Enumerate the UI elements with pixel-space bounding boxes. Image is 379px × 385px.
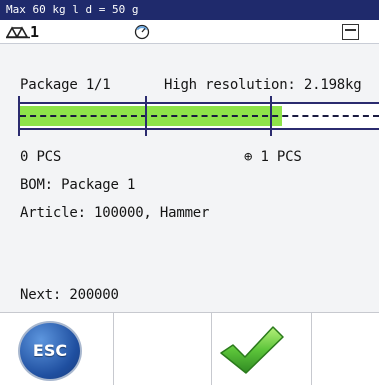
article-line: Article: 100000, Hammer (20, 205, 210, 221)
softkey-esc[interactable]: ESC (0, 313, 113, 385)
target-pcs: ⊕ 1 PCS (244, 149, 302, 165)
progress-bar-dashes (20, 115, 379, 117)
bar-tick-target (270, 96, 272, 136)
left-pcs: 0 PCS (20, 149, 62, 165)
capacity-text: Max 60 kg l d = 50 g (6, 3, 139, 16)
progress-bar (18, 102, 379, 130)
next-line: Next: 200000 (20, 287, 119, 303)
scale-number: 1 (30, 23, 40, 41)
esc-icon[interactable]: ESC (18, 321, 82, 381)
weigh-info-bar: 1 (0, 20, 379, 44)
bar-tick-mid (145, 96, 147, 136)
package-label: Package 1/1 (20, 77, 111, 93)
capacity-bar: Max 60 kg l d = 50 g (0, 0, 379, 20)
softkey-ok[interactable] (211, 313, 311, 385)
resolution-label: High resolution: 2.198kg (164, 77, 362, 93)
softkey-bar: ESC (0, 312, 379, 385)
check-icon[interactable] (219, 323, 285, 377)
bar-tick-start (18, 96, 20, 136)
softkey-empty-2[interactable] (113, 313, 211, 385)
dial-icon (134, 24, 150, 40)
softkey-empty-4[interactable] (311, 313, 379, 385)
esc-label: ESC (32, 341, 68, 360)
menu-icon[interactable] (342, 24, 359, 40)
balance-screen: Max 60 kg l d = 50 g 1 Package 1/1 High … (0, 0, 379, 385)
scale-icon (6, 26, 30, 39)
bom-line: BOM: Package 1 (20, 177, 136, 193)
